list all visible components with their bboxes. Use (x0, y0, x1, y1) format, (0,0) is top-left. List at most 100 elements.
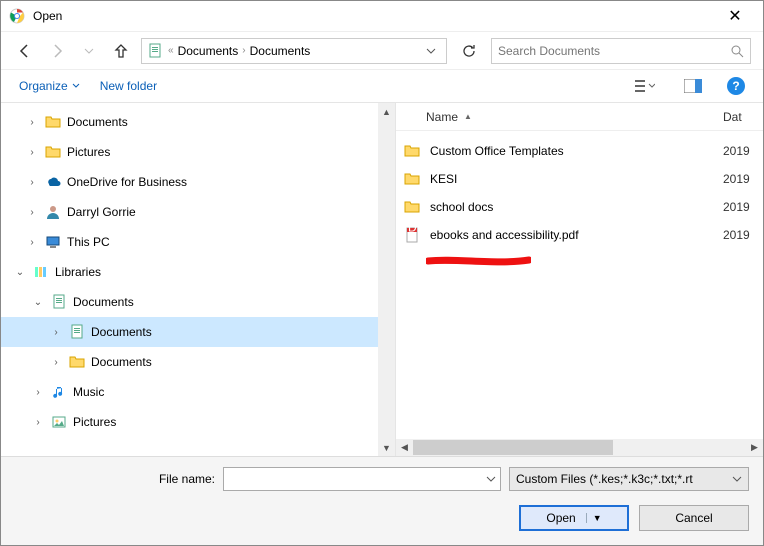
breadcrumb-part[interactable]: Documents (178, 44, 239, 58)
navbar: « Documents › Documents (1, 31, 763, 69)
organize-button[interactable]: Organize (19, 79, 80, 93)
user-icon (45, 204, 61, 220)
address-dropdown-icon[interactable] (422, 46, 440, 56)
chevron-down-icon[interactable] (486, 474, 496, 484)
expand-icon[interactable]: › (25, 117, 39, 128)
tree-item[interactable]: ⌄Documents (1, 287, 395, 317)
tree-item-label: Darryl Gorrie (67, 205, 136, 219)
file-date: 2019 (723, 144, 763, 158)
preview-pane-button[interactable] (679, 75, 707, 97)
tree-item[interactable]: › This PC (1, 227, 395, 257)
folder-tree[interactable]: ›Documents›Pictures›OneDrive for Busines… (1, 103, 396, 456)
search-input[interactable] (498, 44, 730, 58)
filename-input[interactable] (223, 467, 501, 491)
scroll-up-icon[interactable]: ▲ (378, 103, 395, 120)
doclib-icon (148, 43, 164, 59)
back-button[interactable] (13, 39, 37, 63)
close-button[interactable]: ✕ (715, 6, 755, 26)
expand-icon[interactable]: › (25, 147, 39, 158)
search-icon (730, 44, 744, 58)
bottom-panel: File name: Custom Files (*.kes;*.k3c;*.t… (1, 456, 763, 545)
expand-icon[interactable]: › (31, 417, 45, 428)
tree-item[interactable]: › Pictures (1, 407, 395, 437)
search-box[interactable] (491, 38, 751, 64)
chevron-down-icon (72, 82, 80, 90)
expand-icon[interactable]: ⌄ (13, 267, 27, 278)
cancel-button[interactable]: Cancel (639, 505, 749, 531)
expand-icon[interactable]: › (25, 207, 39, 218)
file-date: 2019 (723, 172, 763, 186)
file-name: Custom Office Templates (430, 144, 713, 158)
horizontal-scrollbar[interactable]: ◀ ▶ (396, 439, 763, 456)
svg-text:PDF: PDF (404, 227, 420, 235)
new-folder-button[interactable]: New folder (100, 79, 157, 93)
tree-item[interactable]: › OneDrive for Business (1, 167, 395, 197)
file-row[interactable]: PDF ebooks and accessibility.pdf 2019 (396, 221, 763, 249)
file-row[interactable]: school docs 2019 (396, 193, 763, 221)
tree-item[interactable]: › Documents (1, 317, 395, 347)
file-name: ebooks and accessibility.pdf (430, 228, 713, 242)
tree-item[interactable]: ›Documents (1, 347, 395, 377)
scroll-left-icon[interactable]: ◀ (396, 439, 413, 456)
folder-icon (45, 114, 61, 130)
pictures-icon (51, 414, 67, 430)
pc-icon (45, 234, 61, 250)
file-date: 2019 (723, 228, 763, 242)
help-button[interactable]: ? (727, 77, 745, 95)
annotation-underline (426, 256, 531, 266)
tree-item[interactable]: › Documents (1, 107, 395, 137)
forward-button[interactable] (45, 39, 69, 63)
tree-item[interactable]: › Music (1, 377, 395, 407)
recent-dropdown[interactable] (77, 39, 101, 63)
open-button[interactable]: Open ▼ (519, 505, 629, 531)
column-date[interactable]: Dat (723, 110, 763, 124)
breadcrumb-part[interactable]: Documents (250, 44, 311, 58)
file-row[interactable]: KESI 2019 (396, 165, 763, 193)
list-header[interactable]: Name ▲ Dat (396, 103, 763, 131)
column-name[interactable]: Name (426, 110, 458, 124)
tree-item-label: Documents (91, 325, 152, 339)
tree-item-label: This PC (67, 235, 110, 249)
file-name: school docs (430, 200, 713, 214)
tree-item-label: Libraries (55, 265, 101, 279)
file-date: 2019 (723, 200, 763, 214)
refresh-button[interactable] (455, 38, 483, 64)
scroll-right-icon[interactable]: ▶ (746, 439, 763, 456)
file-type-filter[interactable]: Custom Files (*.kes;*.k3c;*.txt;*.rt (509, 467, 749, 491)
breadcrumb-sep-icon: « (168, 45, 174, 56)
window-title: Open (33, 9, 715, 23)
toolbar: Organize New folder ? (1, 69, 763, 103)
tree-item[interactable]: › Darryl Gorrie (1, 197, 395, 227)
up-button[interactable] (109, 39, 133, 63)
tree-item[interactable]: › Pictures (1, 137, 395, 167)
file-name: KESI (430, 172, 713, 186)
expand-icon[interactable]: › (25, 177, 39, 188)
expand-icon[interactable]: › (25, 237, 39, 248)
tree-item-label: Pictures (67, 145, 110, 159)
tree-item[interactable]: ⌄ Libraries (1, 257, 395, 287)
tree-item-label: Music (73, 385, 104, 399)
doclib-icon (51, 294, 67, 310)
tree-item-label: OneDrive for Business (67, 175, 187, 189)
address-bar[interactable]: « Documents › Documents (141, 38, 447, 64)
expand-icon[interactable]: › (49, 327, 63, 338)
open-split-icon[interactable]: ▼ (586, 513, 602, 523)
onedrive-icon (45, 174, 61, 190)
folder-icon (404, 199, 420, 215)
folder-icon (404, 143, 420, 159)
scroll-thumb[interactable] (413, 440, 613, 455)
expand-icon[interactable]: › (31, 387, 45, 398)
libraries-icon (33, 264, 49, 280)
scroll-down-icon[interactable]: ▼ (378, 439, 395, 456)
chevron-down-icon[interactable] (732, 474, 742, 484)
tree-scrollbar[interactable]: ▲▼ (378, 103, 395, 456)
file-list[interactable]: Custom Office Templates2019KESI2019schoo… (396, 131, 763, 439)
tree-item-label: Documents (67, 115, 128, 129)
expand-icon[interactable]: › (49, 357, 63, 368)
expand-icon[interactable]: ⌄ (31, 297, 45, 308)
view-options-button[interactable] (631, 75, 659, 97)
file-row[interactable]: Custom Office Templates 2019 (396, 137, 763, 165)
chevron-right-icon: › (242, 45, 245, 56)
tree-item-label: Pictures (73, 415, 116, 429)
file-list-pane: Name ▲ Dat Custom Office Templates2019KE… (396, 103, 763, 456)
